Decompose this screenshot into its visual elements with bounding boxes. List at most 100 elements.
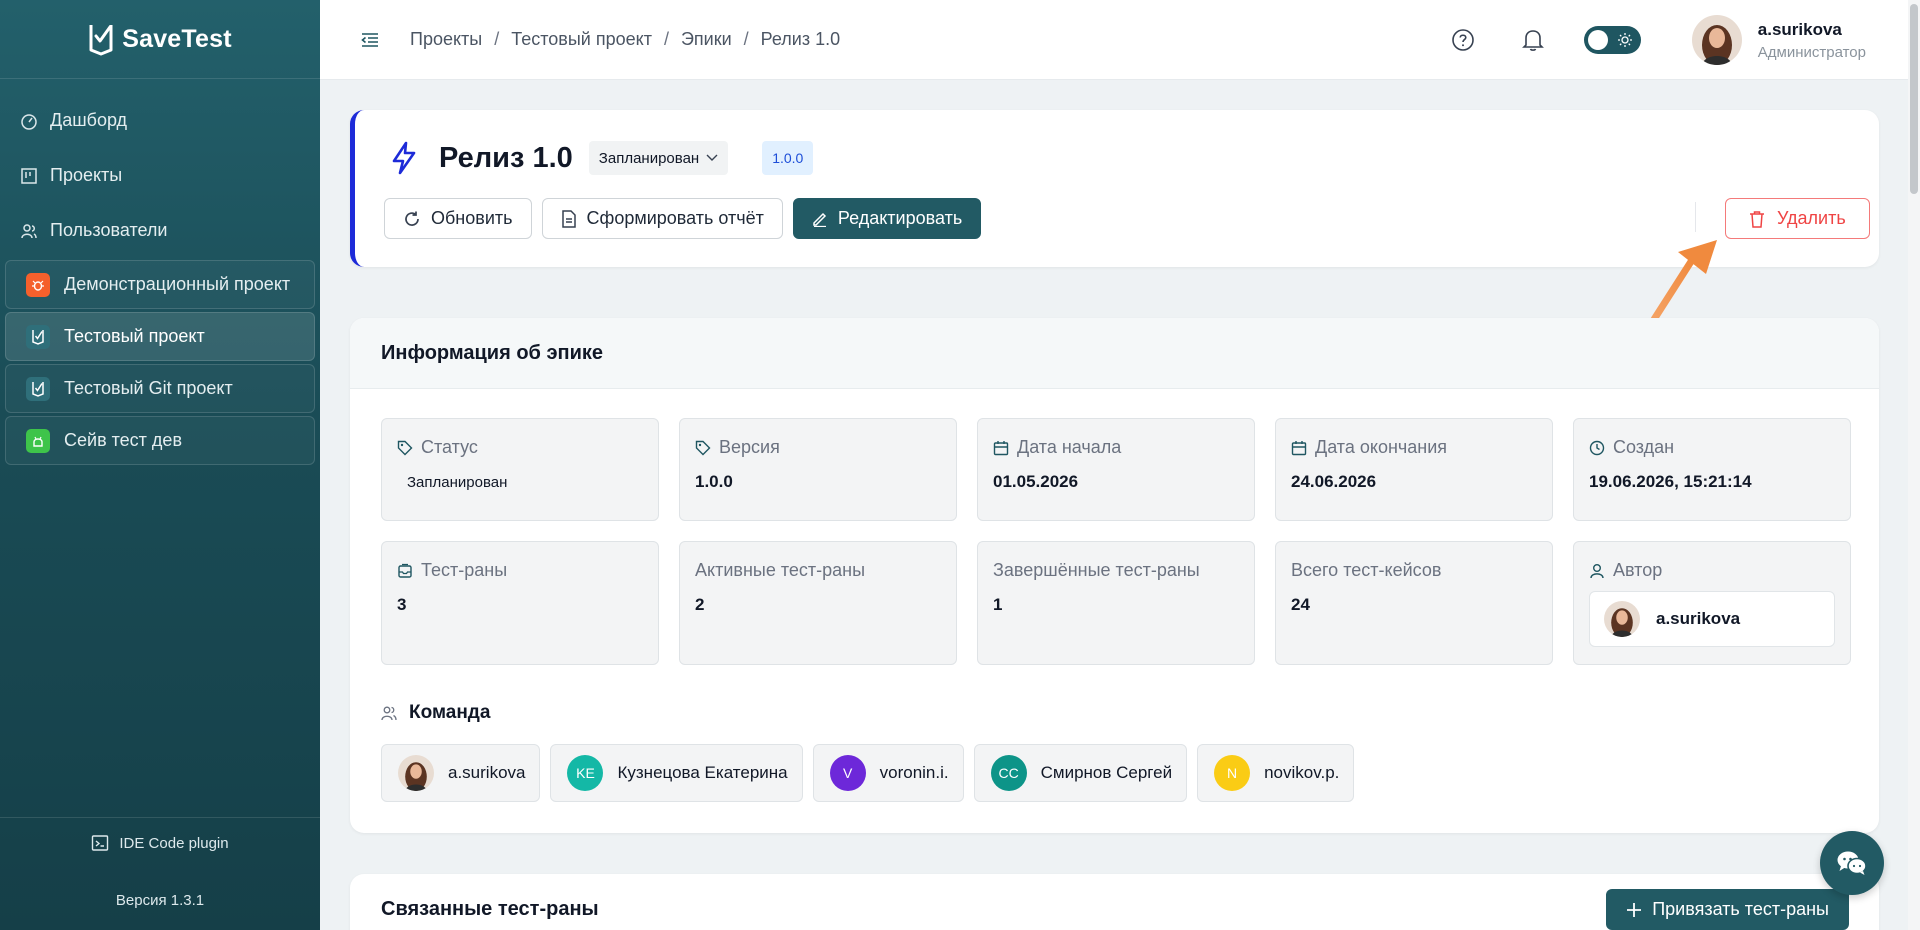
member-name: Смирнов Сергей	[1040, 763, 1173, 782]
linked-runs-title: Связанные тест-раны	[381, 898, 599, 920]
help-icon	[1451, 29, 1474, 51]
refresh-label: Обновить	[431, 208, 513, 228]
calendar-icon	[1291, 440, 1307, 455]
attach-runs-button[interactable]: Привязать тест-раны	[1606, 889, 1849, 930]
info-label: Версия	[719, 437, 780, 457]
team-list: a.surikova KE Кузнецова Екатерина V voro…	[381, 744, 1355, 802]
notifications-button[interactable]	[1518, 25, 1548, 55]
breadcrumb: Проекты / Тестовый проект / Эпики / Рели…	[410, 29, 840, 50]
team-title-label: Команда	[409, 702, 491, 723]
breadcrumb-separator: /	[494, 29, 500, 49]
team-member[interactable]: N novikov.p.	[1197, 744, 1355, 802]
info-label: Статус	[421, 437, 478, 457]
project-item-dev[interactable]: Сейв тест дев	[5, 416, 315, 465]
chat-button[interactable]	[1820, 831, 1884, 895]
info-value: 01.05.2026	[993, 472, 1079, 491]
info-cell-version: Версия 1.0.0	[679, 418, 957, 521]
info-label: Всего тест-кейсов	[1291, 560, 1442, 580]
epic-info-card: Информация об эпике Статус Запланирован …	[350, 318, 1879, 833]
member-name: voronin.i.	[879, 763, 949, 782]
author-chip[interactable]: a.surikova	[1589, 591, 1835, 647]
users-icon	[21, 223, 37, 238]
avatar	[1604, 601, 1640, 637]
app-name: SaveTest	[122, 24, 232, 53]
project-item-demo[interactable]: Демонстрационный проект	[5, 260, 315, 309]
status-dropdown[interactable]: Запланирован	[588, 141, 729, 175]
help-button[interactable]	[1448, 25, 1478, 55]
info-cell-total-cases: Всего тест-кейсов 24	[1275, 541, 1553, 665]
team-member[interactable]: CC Смирнов Сергей	[973, 744, 1188, 802]
user-menu[interactable]: a.surikova Администратор	[1691, 15, 1866, 65]
info-label: Дата окончания	[1315, 437, 1448, 457]
project-label: Демонстрационный проект	[64, 274, 291, 294]
team-member[interactable]: V voronin.i.	[812, 744, 964, 802]
epic-title: Релиз 1.0	[439, 141, 573, 174]
page-scrollbar[interactable]	[1908, 0, 1920, 930]
team-member[interactable]: a.surikova	[381, 744, 541, 802]
project-item-test[interactable]: Тестовый проект	[5, 312, 315, 361]
member-name: a.surikova	[448, 763, 526, 782]
info-cell-active-runs: Активные тест-раны 2	[679, 541, 957, 665]
avatar: CC	[990, 755, 1027, 791]
main-nav: Дашборд Проекты Пользователи	[0, 79, 320, 258]
collapse-sidebar-button[interactable]	[358, 28, 382, 52]
savetest-logo-icon	[26, 324, 50, 349]
bell-icon	[1521, 30, 1544, 51]
delete-button[interactable]: Удалить	[1725, 198, 1870, 239]
edit-button[interactable]: Редактировать	[792, 198, 982, 239]
version-tag: 1.0.0	[762, 141, 814, 175]
refresh-button[interactable]: Обновить	[384, 198, 532, 239]
delete-label: Удалить	[1777, 208, 1846, 228]
team-title: Команда	[381, 702, 490, 724]
trash-icon	[1750, 210, 1764, 228]
project-item-git[interactable]: Тестовый Git проект	[5, 364, 315, 413]
info-cell-finished-runs: Завершённые тест-раны 1	[977, 541, 1255, 665]
divider	[1695, 202, 1696, 232]
info-cell-author: Автор a.surikova	[1573, 541, 1851, 665]
bug-icon	[26, 272, 50, 297]
info-label: Дата начала	[1017, 437, 1122, 457]
nav-item-projects[interactable]: Проекты	[0, 148, 320, 203]
nav-item-dashboard[interactable]: Дашборд	[0, 93, 320, 148]
breadcrumb-epics[interactable]: Эпики	[681, 29, 732, 50]
tag-icon	[397, 440, 413, 455]
theme-toggle[interactable]	[1583, 26, 1641, 54]
info-value: 19.06.2026, 15:21:14	[1589, 472, 1752, 491]
sidebar: SaveTest Дашборд Проекты Пользователи Де…	[0, 0, 320, 930]
epic-title-row: Релиз 1.0 Запланирован 1.0.0	[389, 141, 814, 175]
avatar: V	[829, 755, 866, 791]
info-value: 24	[1291, 595, 1310, 614]
inbox-icon	[398, 563, 412, 578]
breadcrumb-project[interactable]: Тестовый проект	[511, 29, 652, 50]
epic-info-grid: Статус Запланирован Версия 1.0.0 Дата на…	[381, 418, 1851, 665]
nav-item-users[interactable]: Пользователи	[0, 203, 320, 258]
breadcrumb-separator: /	[743, 29, 749, 49]
project-label: Тестовый Git проект	[64, 378, 233, 398]
team-member[interactable]: KE Кузнецова Екатерина	[550, 744, 803, 802]
scrollbar-thumb[interactable]	[1910, 4, 1918, 194]
user-icon	[1590, 563, 1604, 578]
document-icon	[561, 209, 576, 228]
project-list: Демонстрационный проект Тестовый проект …	[0, 260, 320, 465]
header-actions: a.surikova Администратор	[1448, 0, 1908, 80]
chat-icon	[1837, 851, 1867, 875]
generate-report-button[interactable]: Сформировать отчёт	[541, 198, 783, 239]
status-value: Запланирован	[598, 149, 700, 167]
author-name: a.surikova	[1656, 609, 1741, 628]
breadcrumb-separator: /	[663, 29, 669, 49]
breadcrumb-current: Релиз 1.0	[760, 29, 841, 49]
info-label: Активные тест-раны	[695, 560, 866, 580]
clock-icon	[1589, 440, 1605, 455]
info-value: 1	[993, 595, 1003, 614]
info-label: Завершённые тест-раны	[993, 560, 1200, 580]
breadcrumb-projects[interactable]: Проекты	[410, 29, 482, 50]
info-value: Запланирован	[407, 474, 508, 491]
info-cell-status: Статус Запланирован	[381, 418, 659, 521]
sun-icon	[1617, 33, 1632, 47]
toggle-knob	[1587, 30, 1608, 50]
app-logo[interactable]: SaveTest	[0, 0, 320, 79]
projects-icon	[21, 167, 37, 184]
avatar: KE	[567, 755, 604, 791]
ide-plugin-link[interactable]: IDE Code plugin	[0, 834, 320, 852]
chevron-down-icon	[706, 154, 718, 161]
